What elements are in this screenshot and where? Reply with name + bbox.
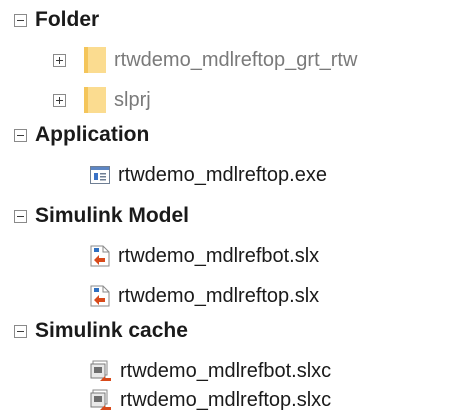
tree-item-cache-bot[interactable]: rtwdemo_mdlrefbot.slxc bbox=[90, 351, 331, 391]
group-label: Simulink Model bbox=[35, 204, 190, 227]
group-simulink-model[interactable]: Simulink Model bbox=[14, 196, 189, 236]
group-folder[interactable]: Folder bbox=[14, 0, 99, 40]
tree-item-cache-top[interactable]: rtwdemo_mdlreftop.slxc bbox=[90, 388, 331, 412]
folder-icon bbox=[84, 87, 106, 113]
folder-icon bbox=[84, 47, 106, 73]
expand-toggle-icon[interactable] bbox=[53, 53, 66, 67]
application-icon bbox=[90, 166, 110, 184]
tree-item-model-bot[interactable]: rtwdemo_mdlrefbot.slx bbox=[90, 236, 319, 276]
group-simulink-cache[interactable]: Simulink cache bbox=[14, 311, 188, 351]
item-label: rtwdemo_mdlreftop.slxc bbox=[120, 388, 332, 411]
item-label: rtwdemo_mdlrefbot.slx bbox=[118, 244, 320, 267]
simulink-model-icon bbox=[90, 245, 110, 267]
expand-toggle-icon[interactable] bbox=[53, 93, 66, 107]
tree-item-application-exe[interactable]: rtwdemo_mdlreftop.exe bbox=[90, 155, 327, 195]
simulink-cache-icon bbox=[90, 360, 111, 381]
tree-item-model-top[interactable]: rtwdemo_mdlreftop.slx bbox=[90, 276, 319, 316]
group-label: Application bbox=[35, 123, 150, 146]
item-label: slprj bbox=[114, 88, 151, 111]
tree-item-folder-grt-rtw[interactable]: rtwdemo_mdlreftop_grt_rtw bbox=[53, 40, 357, 80]
collapse-toggle-icon[interactable] bbox=[14, 128, 27, 142]
simulink-model-icon bbox=[90, 285, 110, 307]
collapse-toggle-icon[interactable] bbox=[14, 324, 27, 338]
item-label: rtwdemo_mdlreftop_grt_rtw bbox=[114, 48, 358, 71]
collapse-toggle-icon[interactable] bbox=[14, 13, 27, 27]
file-tree: Folder rtwdemo_mdlreftop_grt_rtw slprj A… bbox=[0, 0, 456, 412]
item-label: rtwdemo_mdlreftop.slx bbox=[118, 284, 320, 307]
group-label: Simulink cache bbox=[35, 319, 188, 342]
item-label: rtwdemo_mdlrefbot.slxc bbox=[120, 359, 332, 382]
item-label: rtwdemo_mdlreftop.exe bbox=[118, 163, 327, 186]
collapse-toggle-icon[interactable] bbox=[14, 209, 27, 223]
group-application[interactable]: Application bbox=[14, 115, 149, 155]
group-label: Folder bbox=[35, 8, 100, 31]
simulink-cache-icon bbox=[90, 389, 111, 410]
tree-item-folder-slprj[interactable]: slprj bbox=[53, 80, 151, 120]
